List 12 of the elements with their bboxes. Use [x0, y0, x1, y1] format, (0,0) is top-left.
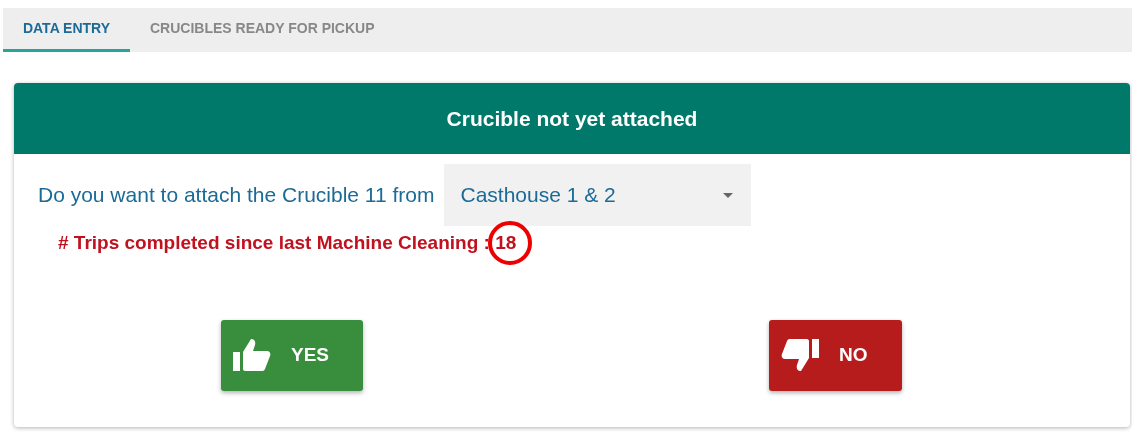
trips-label: # Trips completed since last Machine Cleaning :: [58, 232, 490, 253]
no-button[interactable]: NO: [769, 319, 902, 391]
location-select[interactable]: Casthouse 1 & 2: [444, 164, 752, 226]
card-title: Crucible not yet attached: [14, 83, 1130, 154]
thumbs-down-icon: [781, 339, 819, 371]
tab[interactable]: CRUCIBLES READY FOR PICKUP: [130, 8, 385, 52]
tab[interactable]: DATA ENTRY: [3, 8, 130, 52]
yes-button[interactable]: YES: [221, 319, 363, 391]
dropdown-caret-icon: [723, 192, 734, 198]
thumbs-up-icon: [233, 339, 271, 371]
question-text: Do you want to attach the Crucible 11 from: [38, 182, 435, 209]
trips-count: 18: [495, 232, 517, 253]
